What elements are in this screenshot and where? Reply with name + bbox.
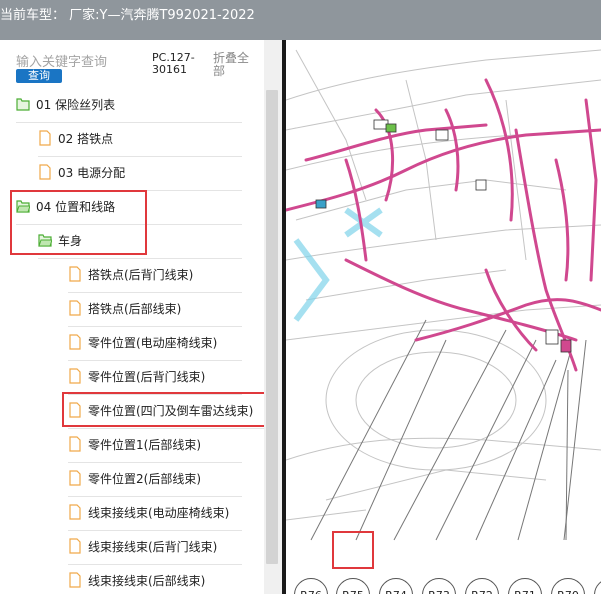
document-icon [38,130,52,146]
tree-item-doc[interactable]: 线束接线束(电动座椅线束) [68,499,242,531]
document-icon [68,402,82,418]
tree-item-label: 零件位置2(后部线束) [88,471,201,486]
document-icon [68,538,82,554]
tree-item-doc[interactable]: 搭铁点(后背门线束) [68,261,242,293]
tree-item-locations-and-circuits[interactable]: 04 位置和线路 [16,193,242,225]
tree-item-doc[interactable]: 零件位置(后背门线束) [68,363,242,395]
scrollbar-thumb[interactable] [266,90,278,564]
tree-item-ground-points[interactable]: 02 搭铁点 [38,125,242,157]
document-icon [38,164,52,180]
wiring-diagram [286,49,601,541]
tree-item-doc[interactable]: 搭铁点(后部线束) [68,295,242,327]
tree-item-doc[interactable]: 零件位置(电动座椅线束) [68,329,242,361]
document-icon [68,572,82,588]
query-button[interactable]: 查询 [16,69,62,83]
tree-item-doc[interactable]: 零件位置2(后部线束) [68,465,242,497]
tree-item-label: 零件位置(四门及倒车雷达线束) [88,403,254,418]
pc-code-label: PC.127-30161 [152,51,195,76]
tree-item-label: 04 位置和线路 [36,199,116,214]
tree-item-label: 搭铁点(后背门线束) [88,267,194,282]
folder-icon [16,96,30,112]
tree-item-doc[interactable]: 零件位置1(后部线束) [68,431,242,463]
document-icon [68,504,82,520]
tree-item-label: 零件位置(电动座椅线束) [88,335,218,350]
document-icon [68,334,82,350]
folder-open-icon [38,232,53,248]
tree-item-label: 线束接线束(后部线束) [88,573,206,588]
folder-open-icon [16,198,31,214]
tree-panel: 查询 PC.127-30161 折叠全部 01 保险丝列表 02 搭铁点 03 … [0,40,282,594]
tree-item-label: 零件位置(后背门线束) [88,369,206,384]
document-icon [68,470,82,486]
tree-item-label: 线束接线束(后背门线束) [88,539,218,554]
collapse-all-button[interactable]: 折叠全部 [213,52,259,78]
tree-item-doc[interactable]: 线束接线束(后部线束) [68,567,242,593]
wiring-diagram-viewer[interactable]: R76 R75 R74 R73 R72 R71 R70 [286,40,601,594]
document-icon [68,300,82,316]
tree-item-label: 线束接线束(电动座椅线束) [88,505,230,520]
tree-item-label: 02 搭铁点 [58,131,114,146]
window-title: 当前车型： 厂家:Y—汽奔腾T992021-2022 [0,8,255,23]
title-bar: 当前车型： 厂家:Y—汽奔腾T992021-2022 [0,0,601,40]
tree-item-label: 零件位置1(后部线束) [88,437,201,452]
document-icon [68,436,82,452]
document-icon [68,368,82,384]
document-icon [68,266,82,282]
tree-item-doc[interactable]: 线束接线束(后背门线束) [68,533,242,565]
tree-item-selected-doc[interactable]: 零件位置(四门及倒车雷达线束) [68,397,264,429]
tree-item-label: 01 保险丝列表 [36,97,116,112]
tree-item-label: 03 电源分配 [58,165,126,180]
tree-item-label: 车身 [58,233,83,248]
tree-item-power-distribution[interactable]: 03 电源分配 [38,159,242,191]
tree-item-fuse-list[interactable]: 01 保险丝列表 [16,91,242,123]
tree-item-label: 搭铁点(后部线束) [88,301,182,316]
tree-item-body[interactable]: 车身 [38,227,242,259]
